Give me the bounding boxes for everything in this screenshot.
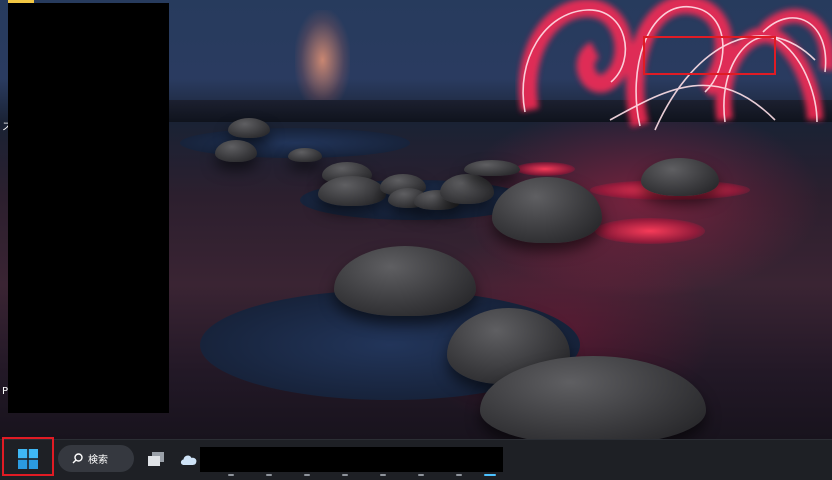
- app-indicator: [228, 474, 234, 476]
- search-button[interactable]: 検索: [58, 445, 134, 472]
- weather-cloud-icon: [180, 455, 197, 465]
- boulder: [215, 140, 257, 162]
- boulder: [228, 118, 270, 138]
- sky-glow: [295, 10, 350, 110]
- app-indicator: [304, 474, 310, 476]
- redacted-panel: [8, 3, 169, 413]
- boulder: [464, 160, 520, 176]
- boulder: [440, 174, 494, 204]
- boulder: [641, 158, 719, 196]
- task-view-icon: [148, 452, 164, 466]
- app-indicator: [456, 474, 462, 476]
- highlight-box: [643, 36, 776, 75]
- boulder: [318, 176, 386, 206]
- boulder: [492, 177, 602, 243]
- app-indicator-active: [484, 474, 496, 476]
- redacted-taskbar-apps: [200, 447, 503, 472]
- search-icon: [72, 453, 83, 464]
- start-button-highlight: [2, 437, 54, 476]
- red-reflection: [595, 218, 705, 244]
- app-indicator: [342, 474, 348, 476]
- search-label: 検索: [88, 455, 108, 466]
- boulder: [288, 148, 322, 162]
- app-indicator: [418, 474, 424, 476]
- taskbar: 検索: [0, 439, 832, 480]
- boulder: [334, 246, 476, 316]
- app-indicator: [266, 474, 272, 476]
- running-apps-area: [200, 444, 510, 476]
- widgets-button[interactable]: [177, 448, 201, 470]
- task-view-button[interactable]: [143, 448, 169, 470]
- app-indicator: [380, 474, 386, 476]
- red-reflection: [515, 162, 575, 176]
